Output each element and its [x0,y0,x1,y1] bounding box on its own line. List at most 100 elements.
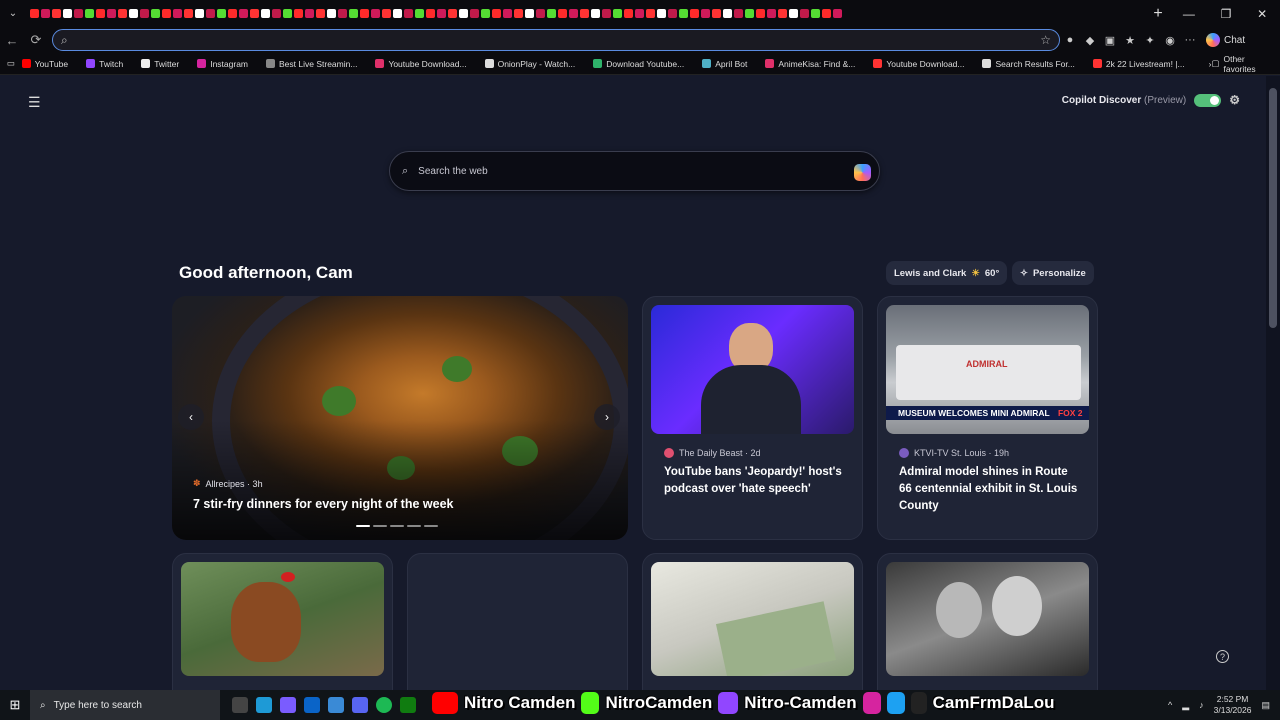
tab-favicon[interactable] [800,9,809,18]
carousel-prev-button[interactable]: ‹ [178,404,204,430]
tab-favicon[interactable] [382,9,391,18]
tab-favicon[interactable] [679,9,688,18]
favorite-link[interactable]: OnionPlay - Watch... [484,59,575,69]
tab-favicon[interactable] [52,9,61,18]
tab-favicon[interactable] [96,9,105,18]
tab-favicon[interactable] [140,9,149,18]
tab-favicon[interactable] [492,9,501,18]
extension-icon[interactable]: ● [1060,34,1080,46]
tab-favicon[interactable] [63,9,72,18]
tab-favicon[interactable] [668,9,677,18]
tab-favicon[interactable] [118,9,127,18]
news-title[interactable]: Admiral model shines in Route 66 centenn… [899,464,1081,515]
tab-favicon[interactable] [811,9,820,18]
windows-start-icon[interactable]: ⊞ [0,697,30,713]
network-icon[interactable]: ▂ [1182,700,1189,711]
close-button[interactable]: ✕ [1257,7,1267,21]
tab-favicon[interactable] [173,9,182,18]
scrollbar-thumb[interactable] [1269,88,1277,328]
tab-favicon[interactable] [778,9,787,18]
omnibox[interactable]: ⌕ ☆ [52,29,1060,51]
tab-favicon[interactable] [195,9,204,18]
tab-favicon[interactable] [30,9,39,18]
tab-row[interactable] [26,0,1146,27]
tab-favicon[interactable] [448,9,457,18]
news-card[interactable]: The Daily Beast · 2d YouTube bans 'Jeopa… [642,296,863,540]
taskbar-search-placeholder[interactable]: Type here to search [54,700,142,711]
tab-favicon[interactable] [74,9,83,18]
tab-favicon[interactable] [151,9,160,18]
tab-favicon[interactable] [415,9,424,18]
favorite-link[interactable]: Twitter [141,59,179,69]
personalize-button[interactable]: ✧ Personalize [1012,261,1094,285]
extension-icon[interactable]: ◆ [1080,34,1100,47]
tab-favicon[interactable] [206,9,215,18]
tab-favicon[interactable] [536,9,545,18]
tab-favicon[interactable] [459,9,468,18]
volume-icon[interactable]: ♪ [1199,700,1204,710]
tab-favicon[interactable] [756,9,765,18]
xbox-icon[interactable] [400,697,416,713]
spotify-icon[interactable] [376,697,392,713]
carousel-dot[interactable] [424,525,438,527]
tab-favicon[interactable] [41,9,50,18]
extensions-icon[interactable]: ✦ [1140,34,1160,47]
outlook-icon[interactable] [304,697,320,713]
tab-favicon[interactable] [624,9,633,18]
news-card[interactable] [877,553,1098,690]
tab-favicon[interactable] [745,9,754,18]
tab-favicon[interactable] [294,9,303,18]
news-card[interactable] [642,553,863,690]
news-title[interactable]: YouTube bans 'Jeopardy!' host's podcast … [664,464,846,498]
reading-view-icon[interactable]: ▭ [0,58,22,69]
more-icon[interactable]: ··· [1180,34,1200,46]
discover-toggle[interactable] [1194,93,1222,107]
tab-favicon[interactable] [305,9,314,18]
tab-favicon[interactable] [635,9,644,18]
favorite-link[interactable]: Best Live Streamin... [266,59,357,69]
weather-pill[interactable]: Lewis and Clark ☀ 60° [886,261,1008,285]
tab-favicon[interactable] [470,9,479,18]
tab-favicon[interactable] [85,9,94,18]
gear-icon[interactable]: ⚙ [1229,93,1240,107]
tab-favicon[interactable] [184,9,193,18]
hero-title[interactable]: 7 stir-fry dinners for every night of th… [193,497,453,511]
hero-card[interactable]: ‹ › ✽ Allrecipes · 3h 7 stir-fry dinners… [172,296,628,540]
copilot-icon[interactable] [280,697,296,713]
tab-favicon[interactable] [690,9,699,18]
tab-favicon[interactable] [602,9,611,18]
tab-favicon[interactable] [250,9,259,18]
tab-favicon[interactable] [371,9,380,18]
favorite-link[interactable]: Twitch [86,59,123,69]
discord-icon[interactable] [352,697,368,713]
carousel-dot[interactable] [390,525,404,527]
other-favorites[interactable]: ▢ Other favorites [1211,54,1268,74]
tab-favicon[interactable] [393,9,402,18]
tab-favicon[interactable] [712,9,721,18]
clock[interactable]: 2:52 PM 3/13/2026 [1214,694,1252,716]
tab-favicon[interactable] [239,9,248,18]
tab-favicon[interactable] [591,9,600,18]
tab-favicon[interactable] [514,9,523,18]
tab-favicon[interactable] [569,9,578,18]
tab-favicon[interactable] [437,9,446,18]
tab-favicon[interactable] [701,9,710,18]
favorite-link[interactable]: YouTube [21,59,68,69]
tray-chevron-icon[interactable]: ^ [1168,700,1172,710]
tab-favicon[interactable] [525,9,534,18]
tab-favicon[interactable] [657,9,666,18]
tab-favicon[interactable] [107,9,116,18]
favorite-link[interactable]: 2k 22 Livestream! |... [1092,59,1185,69]
avatar[interactable]: ◉ [1160,34,1180,47]
new-tab-button[interactable]: + [1146,5,1170,23]
tab-favicon[interactable] [338,9,347,18]
tab-favicon[interactable] [547,9,556,18]
tab-favicon[interactable] [261,9,270,18]
scrollbar[interactable] [1266,76,1280,690]
tab-favicon[interactable] [503,9,512,18]
copilot-icon[interactable] [854,164,871,181]
notifications-icon[interactable]: ▤ [1261,700,1270,711]
split-screen-icon[interactable]: ▣ [1100,34,1120,47]
carousel-next-button[interactable]: › [594,404,620,430]
taskbar-search[interactable]: ⌕ Type here to search [30,690,220,720]
